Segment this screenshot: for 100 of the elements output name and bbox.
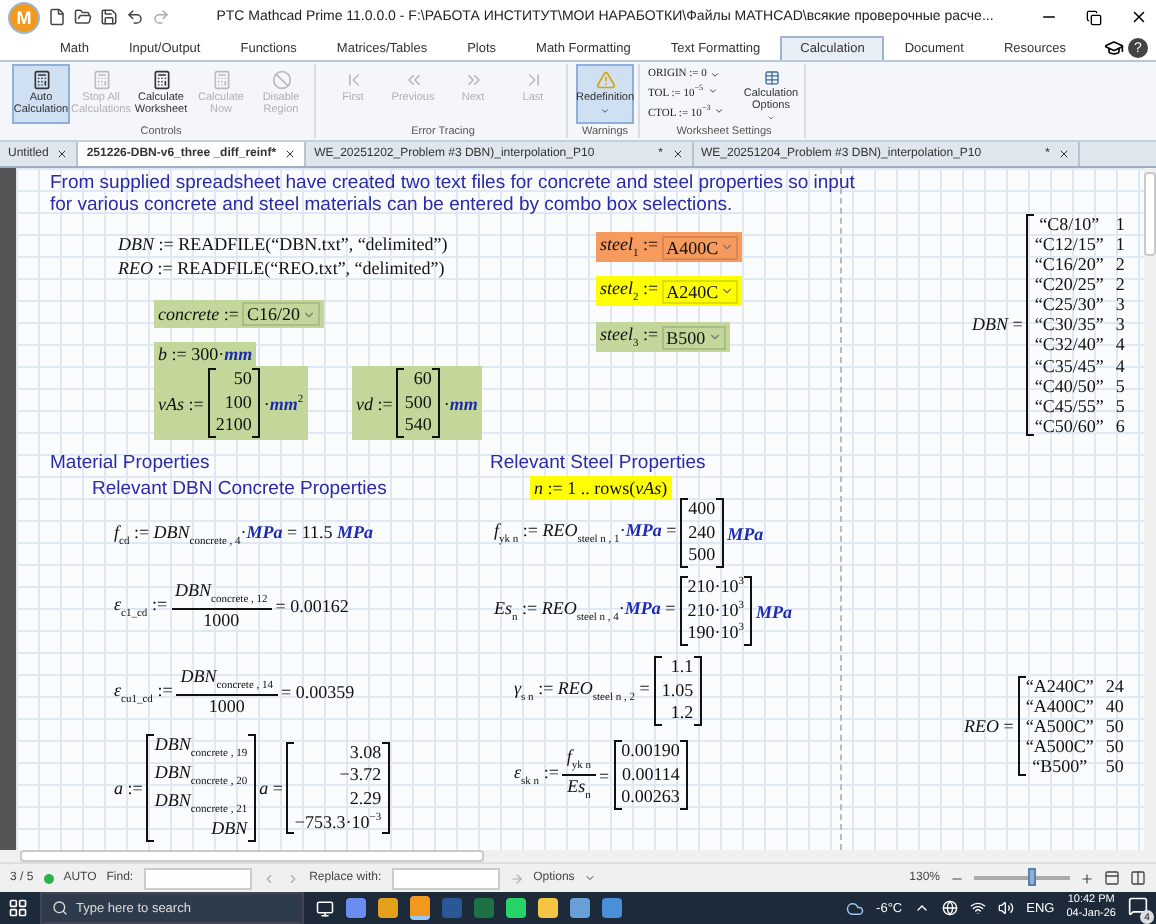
matrix-cell: 0.00190 [621,740,680,764]
math-expression: steel$_{3}$ := [600,324,659,350]
cloud-icon[interactable] [846,899,865,917]
globe-icon[interactable] [942,900,959,916]
matrix-cell: 0.00263 [621,786,680,811]
matrix-cell: 500 [404,391,432,415]
matrix-cell: “A500C” [1025,736,1094,757]
denominator: 1000 [171,608,272,634]
matrix-cell: “C30/35” [1034,314,1104,335]
start-icon[interactable] [8,898,28,918]
draft-view-icon[interactable] [1130,870,1146,886]
matrix-cell: 50 [1105,716,1124,737]
matrix-cell-text: 100 [222,391,252,415]
chevron-icon [302,307,316,321]
zoom-in-icon[interactable] [1080,871,1094,885]
math-expression: ε$_{c1_cd}$ := [114,593,168,620]
denominator: Es$_{n}$ [562,774,596,805]
math-expression: b := 300·mm [158,344,253,364]
combo-box[interactable]: B500 [662,325,726,349]
save-icon[interactable] [100,8,118,26]
combo-box[interactable]: A240C [662,279,739,303]
button-icon [761,70,781,86]
matrix-cell: DBN$_{concrete , 19}$ [154,734,248,763]
math-expression: a = [259,778,283,799]
matrix-cell-text: “C8/10” [1037,214,1102,235]
matrix-cell-text: −3.72 [337,764,382,789]
math-expression: MPa [756,601,792,622]
math-expression: concrete := [158,304,239,324]
button-icon [91,70,111,90]
math-expression: Es$_{n}$ := REO$_{steel n , 4}$·MPa = [494,598,676,625]
taskbar-app-icon[interactable] [410,896,430,920]
scrollbar-thumb[interactable] [20,850,484,862]
matrix-cell: “C50/60” [1034,415,1104,436]
app-logo: M [8,1,40,33]
new-file-icon[interactable] [48,8,66,26]
math-expression: DBN := READFILE(“DBN.txt”, “delimited”) [118,234,448,254]
undo-icon[interactable] [126,8,144,26]
button-icon [343,70,363,90]
math-expression: f$_{cd}$ := DBN$_{concrete , 4}$·MPa = 11.5 MPa [114,522,374,548]
page-view-icon[interactable] [1104,870,1120,886]
matrix-cell: 210·10$^{3}$ [687,576,744,600]
matrix-cell: 50 [1105,736,1124,757]
chevron-icon [707,330,722,344]
math-expression: DBN = [972,314,1023,335]
matrix-cell: 40 [1105,696,1124,717]
close-icon[interactable] [671,148,683,160]
volume-icon[interactable] [998,900,1015,916]
matrix-cell: DBN$_{concrete , 21}$ [154,790,248,819]
wifi-icon[interactable] [970,900,987,916]
scrollbar-thumb[interactable] [1144,172,1156,256]
close-icon[interactable] [56,148,69,160]
close-icon[interactable] [284,148,297,160]
restore-icon[interactable] [1086,9,1102,25]
matrix-cell: 6 [1115,415,1125,436]
matrix-cell: 0.00114 [621,763,680,787]
math-expression: vAs := [158,393,204,414]
replace-field[interactable] [391,867,500,889]
matrix-cell: 1 [1115,234,1125,255]
matrix-cell: “C25/30” [1034,294,1104,315]
math-expression: ·mm$^{2}$ [263,393,304,414]
matrix-cell-text: 60 [411,368,432,392]
matrix-cell: DBN$_{concrete , 20}$ [154,762,248,791]
matrix-cell: “C40/50” [1034,375,1104,396]
matrix-cell: 2100 [215,414,252,439]
button-icon [211,70,231,90]
search-icon [52,900,68,916]
status-dot-icon [43,873,54,883]
matrix-cell: 500 [688,544,716,569]
matrix-cell: “A500C” [1025,716,1094,737]
math-expression: = [599,765,610,786]
matrix-cell: 190·10$^{3}$ [687,622,744,647]
math-expression: ε$_{sk n}$ := [514,762,559,789]
close-icon[interactable] [1130,8,1148,26]
text-region: Relevant Steel Properties [490,454,706,476]
close-icon[interactable] [1057,148,1070,160]
math-expression: vd := [356,393,393,414]
matrix-cell: 50 [1105,756,1124,777]
tray-expand-icon[interactable] [914,900,931,916]
find-field[interactable] [143,867,252,889]
button-icon [403,70,423,90]
text-region: Relevant DBN Concrete Properties [92,480,387,502]
notification-icon[interactable] [1128,896,1148,916]
matrix-cell: 2 [1115,254,1125,275]
math-expression: steel$_{1}$ := [600,234,659,260]
graduation-cap-icon[interactable] [1104,38,1124,58]
button-icon [271,70,291,90]
matrix-cell: “C16/20” [1034,254,1104,275]
slider-thumb[interactable] [1027,868,1036,886]
button-icon [523,70,543,90]
matrix-cell: “A240C” [1025,676,1094,697]
math-expression: = 0.00162 [275,596,349,617]
matrix-cell: 2 [1115,274,1125,295]
math-expression: a := [114,778,143,799]
matrix-cell: “C32/40” [1034,334,1104,356]
combo-box[interactable]: A400C [662,235,739,259]
matrix-cell: “C12/15” [1034,234,1104,255]
button-icon [31,70,51,90]
combo-box[interactable]: C16/20 [242,302,320,326]
task-view-icon[interactable] [316,899,334,917]
folder-icon[interactable] [74,8,92,26]
